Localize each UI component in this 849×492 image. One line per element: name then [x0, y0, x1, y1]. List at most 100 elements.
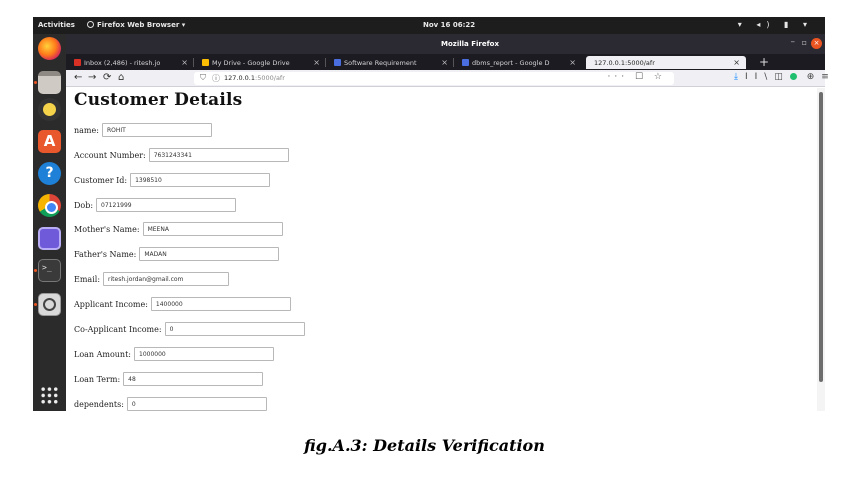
home-button[interactable]: ⌂ [118, 72, 124, 83]
screenshot-icon[interactable] [38, 227, 61, 250]
show-applications-icon[interactable] [40, 386, 59, 405]
shield-icon[interactable]: ⛉ [200, 73, 206, 83]
clock[interactable]: Nov 16 06:22 [423, 21, 475, 29]
system-tray[interactable]: ▾ ◂) ▮ ▾ [738, 20, 813, 29]
dock: A ? >_ [33, 34, 66, 411]
running-indicator [34, 81, 37, 84]
loan-term-row: Loan Term: 48 [74, 372, 264, 387]
dob-field[interactable]: 07121999 [96, 198, 237, 212]
system-top-bar: Activities Firefox Web Browser ▾ Nov 16 … [33, 17, 825, 34]
tab-software-requirement[interactable]: Software Requirement × [326, 56, 454, 69]
field-label: Account Number: [74, 150, 146, 160]
page-title: Customer Details [74, 90, 243, 110]
forward-button[interactable]: → [88, 72, 96, 83]
extension-icon-2[interactable]: ⊕ [807, 72, 822, 82]
tab-label: Inbox (2,486) - ritesh.jo [84, 59, 161, 67]
help-icon[interactable]: ? [38, 162, 61, 185]
applicant-income-row: Applicant Income: 1400000 [74, 297, 291, 312]
close-tab-icon[interactable]: × [733, 58, 740, 67]
chrome-icon[interactable] [38, 194, 61, 217]
field-label: name: [74, 125, 99, 135]
window-title-bar: Mozilla Firefox – ▫ × [66, 34, 825, 54]
field-label: Loan Amount: [74, 349, 131, 359]
loan-term-field[interactable]: 48 [123, 372, 264, 386]
gmail-icon [74, 59, 81, 66]
customer-id-row: Customer Id: 1398510 [74, 173, 271, 188]
fathers-name-row: Father's Name: MADAN [74, 247, 280, 262]
figure-caption: fig.A.3: Details Verification [304, 436, 545, 455]
account-number-field[interactable]: 7631243341 [148, 148, 289, 162]
firefox-icon[interactable] [38, 37, 61, 60]
google-docs-icon [462, 59, 469, 66]
dependents-field[interactable]: 0 [126, 397, 267, 411]
field-label: Loan Term: [74, 374, 121, 384]
account-number-row: Account Number: 7631243341 [74, 148, 289, 163]
downloads-icon[interactable]: ⤓ [734, 72, 745, 82]
fathers-name-field[interactable]: MADAN [139, 247, 280, 261]
field-label: Mother's Name: [74, 224, 140, 234]
dependents-row: dependents: 0 [74, 397, 267, 411]
google-docs-icon [334, 59, 341, 66]
page-viewport: Customer Details name: ROHIT Account Numb… [66, 88, 817, 411]
library-icon[interactable]: II\ [745, 72, 774, 82]
co-applicant-income-field[interactable]: 0 [164, 322, 305, 336]
minimize-button[interactable]: – [791, 37, 796, 47]
rhythmbox-icon[interactable] [38, 98, 61, 121]
back-button[interactable]: ← [74, 72, 82, 83]
vertical-scrollbar[interactable] [817, 88, 825, 411]
field-label: Father's Name: [74, 249, 137, 259]
url-bar[interactable]: ⛉ ⓘ 127.0.0.1:5000/afr ··· ☐ ☆ [194, 72, 674, 85]
maximize-button[interactable]: ▫ [802, 38, 807, 47]
extension-icon[interactable] [789, 73, 797, 80]
dob-row: Dob: 07121999 [74, 198, 237, 213]
activities-button[interactable]: Activities [38, 21, 75, 29]
running-indicator [34, 303, 37, 306]
loan-amount-row: Loan Amount: 1000000 [74, 347, 274, 362]
applicant-income-field[interactable]: 1400000 [150, 297, 291, 311]
info-icon[interactable]: ⓘ [212, 73, 220, 84]
new-tab-button[interactable]: + [759, 55, 769, 69]
loan-amount-field[interactable]: 1000000 [134, 347, 274, 361]
sidebar-icon[interactable]: ◫ [774, 72, 790, 82]
close-tab-icon[interactable]: × [181, 58, 188, 67]
files-icon[interactable] [38, 71, 61, 94]
search-tool-icon[interactable] [38, 293, 61, 316]
navigation-bar: ← → ⟳ ⌂ ⛉ ⓘ 127.0.0.1:5000/afr ··· ☐ ☆ ⤓… [66, 70, 829, 87]
tab-label: Software Requirement [344, 59, 417, 67]
co-applicant-income-row: Co-Applicant Income: 0 [74, 322, 305, 337]
mothers-name-field[interactable]: MEENA [142, 222, 283, 236]
window-title: Mozilla Firefox [441, 40, 499, 48]
tab-google-drive[interactable]: My Drive - Google Drive × [194, 56, 326, 69]
tab-active-localhost[interactable]: 127.0.0.1:5000/afr × [586, 56, 746, 69]
url-path: :5000/afr [255, 74, 285, 82]
tab-label: 127.0.0.1:5000/afr [594, 59, 655, 67]
tab-dbms-report[interactable]: dbms_report - Google D × [454, 56, 582, 69]
mothers-name-row: Mother's Name: MEENA [74, 222, 283, 237]
field-label: Customer Id: [74, 175, 128, 185]
ubuntu-software-icon[interactable]: A [38, 130, 61, 153]
toolbar-icons: ⤓II\◫ ⊕≡ [734, 72, 836, 82]
running-indicator [34, 269, 37, 272]
close-tab-icon[interactable]: × [569, 58, 576, 67]
close-tab-icon[interactable]: × [441, 58, 448, 67]
customer-id-field[interactable]: 1398510 [130, 173, 271, 187]
reload-button[interactable]: ⟳ [103, 72, 111, 83]
firefox-mini-icon [87, 21, 94, 28]
app-menu-label: Firefox Web Browser ▾ [97, 21, 186, 29]
field-label: Dob: [74, 200, 94, 210]
url-host: 127.0.0.1 [224, 74, 256, 82]
close-window-button[interactable]: × [811, 38, 822, 49]
scrollbar-thumb[interactable] [819, 92, 823, 382]
field-label: dependents: [74, 399, 124, 409]
app-menu[interactable]: Firefox Web Browser ▾ [87, 21, 185, 29]
name-field[interactable]: ROHIT [101, 123, 212, 137]
page-actions[interactable]: ··· ☐ ☆ [608, 72, 666, 82]
menu-icon[interactable]: ≡ [821, 72, 836, 82]
close-tab-icon[interactable]: × [313, 58, 320, 67]
terminal-icon[interactable]: >_ [38, 259, 61, 282]
field-label: Co-Applicant Income: [74, 324, 162, 334]
tab-gmail[interactable]: Inbox (2,486) - ritesh.jo × [66, 56, 194, 69]
tab-label: My Drive - Google Drive [212, 59, 290, 67]
field-label: Applicant Income: [74, 299, 148, 309]
email-field[interactable]: ritesh.jordan@gmail.com [103, 272, 230, 286]
